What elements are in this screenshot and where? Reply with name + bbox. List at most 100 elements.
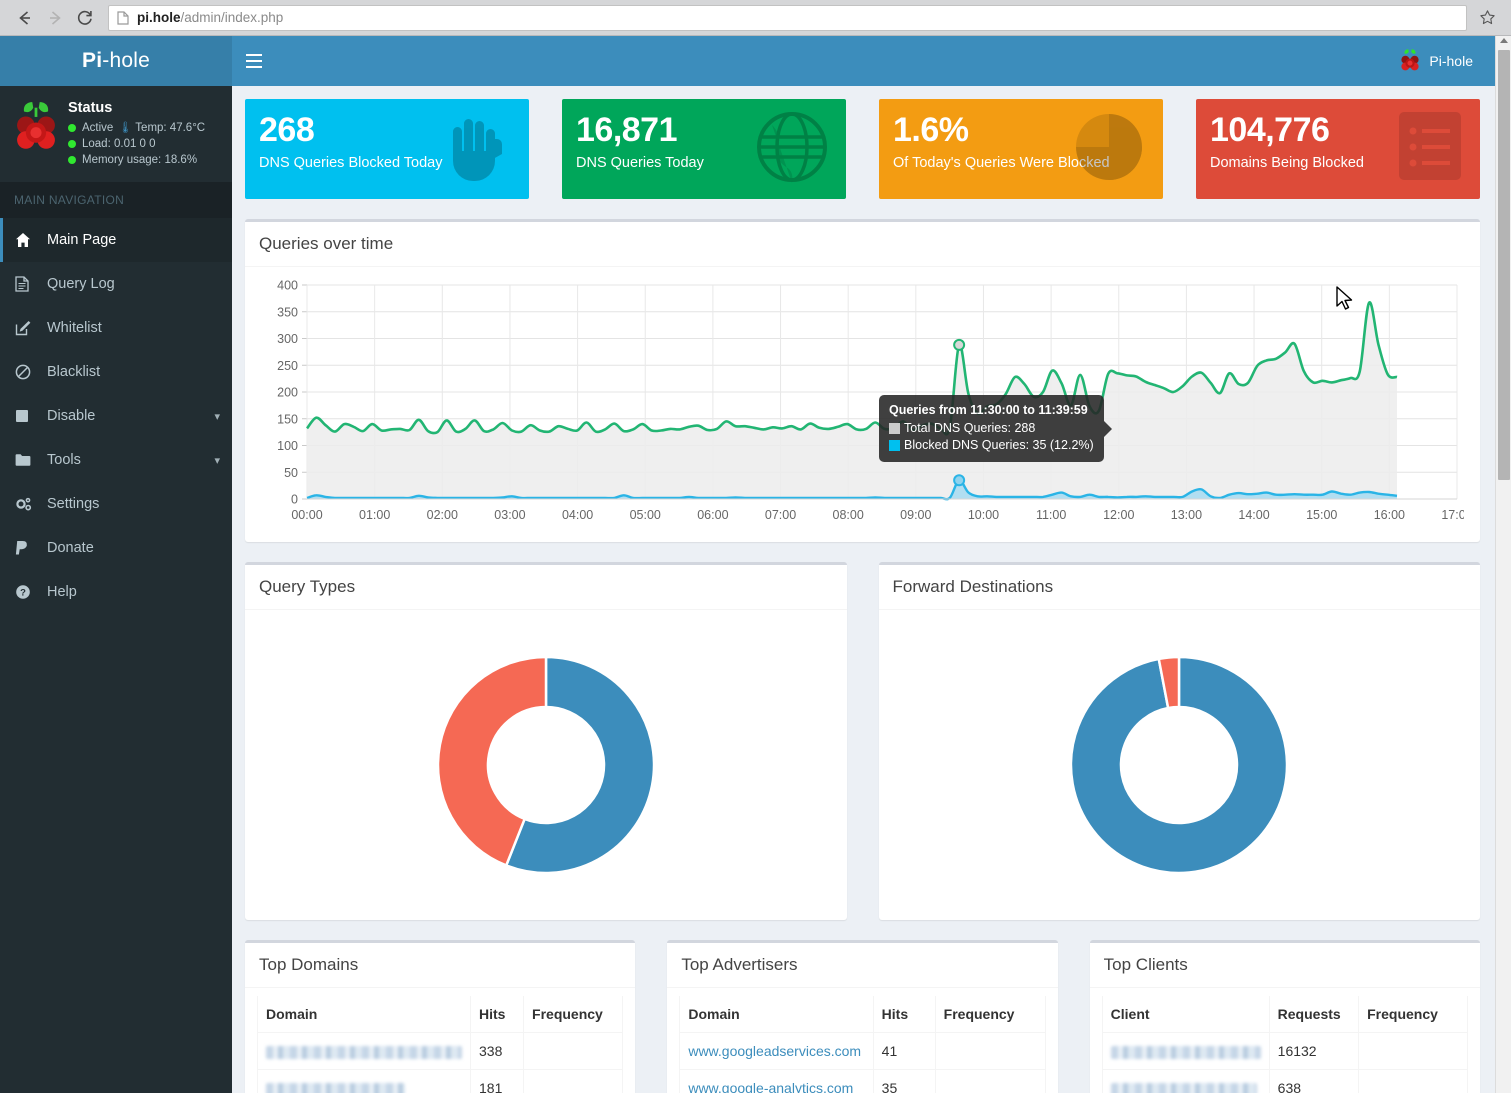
sidebar-item-label: Query Log	[47, 276, 115, 292]
back-arrow-icon[interactable]	[10, 4, 40, 32]
sidebar-item-label: Donate	[47, 540, 94, 556]
url-host: pi.hole	[137, 10, 181, 25]
forward-destinations-donut-svg[interactable]	[1054, 640, 1304, 890]
sidebar-item-whitelist[interactable]: Whitelist	[0, 306, 232, 350]
sidebar-item-label: Settings	[47, 496, 100, 512]
top-lists-row: Top Domains Domain Hits Frequency 338 181 Top …	[245, 940, 1480, 1093]
sidebar-item-donate[interactable]: Donate	[0, 526, 232, 570]
svg-text:300: 300	[277, 332, 298, 346]
cell-hits: 181	[469, 1069, 525, 1093]
cell-frequency	[1358, 1069, 1468, 1093]
cell-domain	[257, 1069, 471, 1093]
panel-header: Top Clients	[1089, 943, 1480, 988]
sidebar-brand[interactable]: Pi -hole	[0, 36, 232, 86]
raspberry-pi-logo-icon	[17, 102, 55, 149]
top-advertisers-table: Domain Hits Frequency www.googleadservices.…	[679, 996, 1046, 1093]
svg-text:03:00: 03:00	[494, 508, 525, 522]
forward-destinations-chart[interactable]	[879, 610, 1481, 920]
brand-bold: Pi	[82, 49, 103, 72]
query-types-chart[interactable]	[245, 610, 847, 920]
page-scrollbar[interactable]	[1495, 36, 1511, 1093]
topbar-user-label: Pi-hole	[1429, 53, 1473, 69]
tooltip-blocked-label: Blocked DNS Queries: 35 (12.2%)	[904, 438, 1094, 452]
table-header-row: Client Requests Frequency	[1101, 996, 1468, 1033]
tooltip-total-swatch	[889, 423, 900, 434]
scrollbar-thumb[interactable]	[1498, 50, 1510, 480]
redacted-value	[266, 1082, 405, 1093]
stat-box-2[interactable]: 16,871 DNS Queries Today	[562, 99, 846, 199]
ban-icon	[15, 364, 37, 380]
sidebar-item-help[interactable]: ? Help	[0, 570, 232, 614]
top-advertisers-title: Top Advertisers	[681, 955, 798, 974]
content-wrapper: Pi-hole 268 DNS Queries Blocked Today 16,8…	[232, 36, 1495, 1093]
query-types-panel: Query Types	[245, 562, 847, 920]
sidebar-item-label: Whitelist	[47, 320, 102, 336]
chart-tooltip: Queries from 11:30:00 to 11:39:59 Total …	[879, 395, 1112, 462]
column-header-3: Frequency	[934, 996, 1046, 1033]
svg-text:12:00: 12:00	[1103, 508, 1134, 522]
status-active-label: Active	[82, 122, 114, 134]
stat-box-4[interactable]: 104,776 Domains Being Blocked	[1196, 99, 1480, 199]
svg-text:04:00: 04:00	[562, 508, 593, 522]
table-row: 181	[257, 1069, 624, 1093]
top-clients-panel: Top Clients Client Requests Frequency 16132 6…	[1089, 940, 1480, 1093]
forward-destinations-panel: Forward Destinations	[878, 562, 1481, 920]
column-header-3: Frequency	[523, 996, 624, 1033]
query-types-donut-svg[interactable]	[421, 640, 671, 890]
main-content: 268 DNS Queries Blocked Today 16,871 DNS Qu…	[232, 86, 1495, 1093]
stat-box-3[interactable]: 1.6% Of Today's Queries Were Blocked	[879, 99, 1163, 199]
sidebar-item-main-page[interactable]: Main Page	[0, 218, 232, 262]
svg-text:09:00: 09:00	[900, 508, 931, 522]
raspberry-pi-logo-icon	[1401, 49, 1420, 71]
stat-boxes: 268 DNS Queries Blocked Today 16,871 DNS Qu…	[245, 99, 1480, 199]
cell-frequency	[523, 1032, 624, 1070]
star-icon[interactable]	[1473, 5, 1501, 31]
line-chart-svg[interactable]: 0 50 100 150 200 250 300 350 400 00:00 01:00 02:00 0…	[259, 277, 1464, 532]
sidebar-item-query-log[interactable]: Query Log	[0, 262, 232, 306]
cell-frequency	[1358, 1032, 1468, 1070]
page-title: Queries over time	[259, 234, 394, 253]
svg-text:100: 100	[277, 439, 298, 453]
sidebar-item-settings[interactable]: Settings	[0, 482, 232, 526]
address-bar[interactable]: pi.hole/admin/index.php	[108, 4, 1467, 31]
panel-header: Top Domains	[245, 943, 636, 988]
table-wrapper: Domain Hits Frequency 338 181	[245, 988, 635, 1093]
status-active-line: Active 🌡 Temp: 47.6°C	[68, 120, 205, 136]
top-domains-table: Domain Hits Frequency 338 181	[257, 996, 624, 1093]
hamburger-icon[interactable]	[232, 36, 276, 86]
svg-text:?: ?	[20, 588, 26, 599]
table-row: 16132	[1101, 1032, 1468, 1070]
sidebar-item-label: Disable	[47, 408, 96, 424]
chevron-down-icon[interactable]: ▾	[214, 410, 220, 423]
folder-icon	[15, 453, 37, 467]
sidebar-item-tools[interactable]: Tools ▾	[0, 438, 232, 482]
panel-header: Queries over time	[245, 222, 1480, 267]
svg-text:00:00: 00:00	[291, 508, 322, 522]
forward-destinations-title: Forward Destinations	[892, 577, 1054, 596]
domain-link[interactable]: www.googleadservices.com	[688, 1043, 861, 1059]
topbar-user[interactable]: Pi-hole	[1399, 48, 1481, 74]
sidebar-item-disable[interactable]: Disable ▾	[0, 394, 232, 438]
globe-icon	[754, 109, 830, 190]
status-memory-line: Memory usage: 18.6%	[68, 152, 205, 168]
stat-box-1[interactable]: 268 DNS Queries Blocked Today	[245, 99, 529, 199]
cell-domain: www.google-analytics.com	[679, 1069, 874, 1093]
reload-icon[interactable]	[70, 4, 100, 32]
pie-chart-icon	[1071, 109, 1147, 190]
panel-header: Forward Destinations	[878, 565, 1480, 610]
status-load-label: Load: 0.01 0 0	[82, 138, 156, 150]
svg-text:08:00: 08:00	[833, 508, 864, 522]
chevron-down-icon[interactable]: ▾	[214, 454, 220, 467]
column-header-2: Hits	[872, 996, 936, 1033]
scroll-up-arrow-icon[interactable]	[1500, 38, 1508, 43]
column-header-1: Client	[1101, 996, 1270, 1033]
sidebar-item-blacklist[interactable]: Blacklist	[0, 350, 232, 394]
domain-link[interactable]: www.google-analytics.com	[688, 1080, 853, 1093]
queries-over-time-chart[interactable]: 0 50 100 150 200 250 300 350 400 00:00 01:00 02:00 0…	[259, 277, 1464, 532]
redacted-value	[1110, 1045, 1261, 1059]
sidebar-nav: Main Page Query Log Whitelist Blacklist Disa…	[0, 218, 232, 614]
browser-toolbar: pi.hole/admin/index.php	[0, 0, 1511, 36]
sidebar-item-label: Main Page	[47, 232, 117, 248]
cell-frequency	[934, 1032, 1046, 1070]
forward-arrow-icon[interactable]	[40, 4, 70, 32]
